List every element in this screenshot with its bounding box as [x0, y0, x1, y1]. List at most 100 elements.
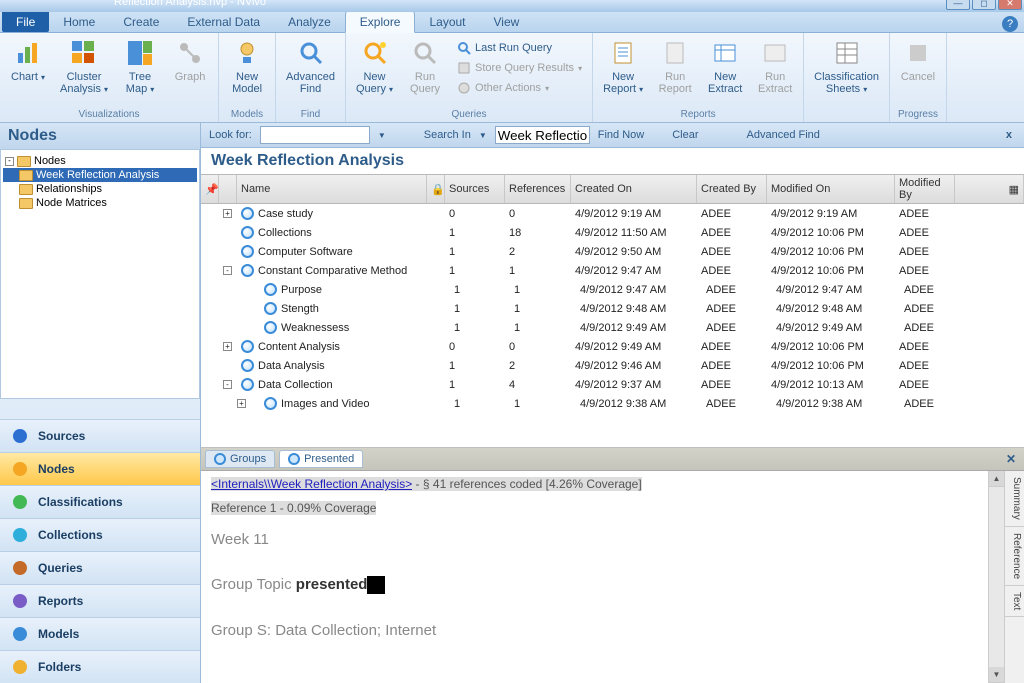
coverage-summary: - § 41 references coded [4.26% Coverage] [412, 477, 641, 491]
newquery-icon [359, 37, 391, 69]
nav-queries[interactable]: Queries [0, 551, 200, 584]
expand-icon[interactable]: - [223, 380, 232, 389]
runquery-icon [409, 37, 441, 69]
table-row[interactable]: Stength114/9/2012 9:48 AMADEE4/9/2012 9:… [201, 299, 1024, 318]
tree-item[interactable]: -Nodes [3, 154, 197, 168]
node-icon [241, 264, 254, 277]
table-row[interactable]: Data Analysis124/9/2012 9:46 AMADEE4/9/2… [201, 356, 1024, 375]
detail-close-icon[interactable]: ✕ [1002, 452, 1020, 466]
classsheets-icon [831, 37, 863, 69]
newmodel-button[interactable]: NewModel [225, 35, 269, 97]
detail-tab-presented[interactable]: Presented [279, 450, 363, 468]
col-options-icon[interactable]: ▦ [955, 175, 1024, 203]
col-createdby[interactable]: Created By [697, 175, 767, 203]
nav-reports[interactable]: Reports [0, 584, 200, 617]
table-row[interactable]: +Images and Video114/9/2012 9:38 AMADEE4… [201, 394, 1024, 413]
nav-models[interactable]: Models [0, 617, 200, 650]
searchin-label: Search In [424, 129, 471, 141]
node-icon [241, 359, 254, 372]
pin-icon[interactable]: 📌 [201, 175, 219, 203]
table-row[interactable]: +Case study004/9/2012 9:19 AMADEE4/9/201… [201, 204, 1024, 223]
advfind-button[interactable]: AdvancedFind [282, 35, 339, 97]
tab-layout[interactable]: Layout [415, 12, 479, 32]
expand-icon[interactable]: + [223, 209, 232, 218]
cluster-button[interactable]: ClusterAnalysis ▾ [56, 35, 112, 97]
expand-icon[interactable]: + [223, 342, 232, 351]
lastrun-button[interactable]: Last Run Query [453, 39, 586, 57]
runreport-icon [659, 37, 691, 69]
col-name[interactable]: Name [237, 175, 427, 203]
tree-item[interactable]: Week Reflection Analysis [3, 168, 197, 182]
tab-analyze[interactable]: Analyze [274, 12, 345, 32]
advancedfind-link[interactable]: Advanced Find [747, 129, 820, 141]
close-button[interactable]: ✕ [998, 0, 1022, 10]
table-row[interactable]: Weaknessess114/9/2012 9:49 AMADEE4/9/201… [201, 318, 1024, 337]
minimize-button[interactable]: — [946, 0, 970, 10]
node-icon [241, 245, 254, 258]
node-icon [241, 207, 254, 220]
clear-link[interactable]: Clear [672, 129, 698, 141]
cancel-button: Cancel [896, 35, 940, 85]
newextract-button[interactable]: NewExtract [703, 35, 747, 97]
tab-external-data[interactable]: External Data [173, 12, 274, 32]
find-bar: Look for: ▼ Search In ▼ Find Now Clear A… [201, 123, 1024, 148]
topic-line: Group Topic presented [211, 576, 978, 594]
scrollbar[interactable]: ▲ ▼ [988, 471, 1004, 683]
tab-create[interactable]: Create [109, 12, 173, 32]
table-row[interactable]: -Data Collection144/9/2012 9:37 AMADEE4/… [201, 375, 1024, 394]
collections-icon [10, 525, 30, 545]
tab-home[interactable]: Home [49, 12, 109, 32]
table-row[interactable]: +Content Analysis004/9/2012 9:49 AMADEE4… [201, 337, 1024, 356]
tab-explore[interactable]: Explore [345, 11, 416, 33]
nav-nodes[interactable]: Nodes [0, 452, 200, 485]
detail-content[interactable]: <Internals\\Week Reflection Analysis> - … [201, 471, 988, 683]
tree-item[interactable]: Relationships [3, 182, 197, 196]
table-row[interactable]: Computer Software124/9/2012 9:50 AMADEE4… [201, 242, 1024, 261]
detail-tab-groups[interactable]: Groups [205, 450, 275, 468]
sidetab-reference[interactable]: Reference [1005, 527, 1024, 586]
models-icon [10, 624, 30, 644]
grid-body[interactable]: +Case study004/9/2012 9:19 AMADEE4/9/201… [201, 204, 1024, 448]
classifications-icon [10, 492, 30, 512]
newreport-button[interactable]: NewReport ▾ [599, 35, 647, 97]
table-row[interactable]: Purpose114/9/2012 9:47 AMADEE4/9/2012 9:… [201, 280, 1024, 299]
advfind-icon [295, 37, 327, 69]
file-tab[interactable]: File [2, 12, 49, 32]
chart-button[interactable]: Chart ▾ [6, 35, 50, 85]
treemap-button[interactable]: TreeMap ▾ [118, 35, 162, 97]
internal-link[interactable]: <Internals\\Week Reflection Analysis> [211, 477, 412, 491]
maximize-button[interactable]: ◻ [972, 0, 996, 10]
nav-classifications[interactable]: Classifications [0, 485, 200, 518]
findnow-link[interactable]: Find Now [598, 129, 644, 141]
nav-folders[interactable]: Folders [0, 650, 200, 683]
nav-sources[interactable]: Sources [0, 419, 200, 452]
col-refs[interactable]: References [505, 175, 571, 203]
searchin-scope[interactable] [495, 126, 590, 144]
content-title: Week Reflection Analysis [201, 148, 1024, 174]
table-row[interactable]: -Constant Comparative Method114/9/2012 9… [201, 261, 1024, 280]
col-sources[interactable]: Sources [445, 175, 505, 203]
help-icon[interactable]: ? [1002, 16, 1018, 32]
sidetab-text[interactable]: Text [1005, 586, 1024, 617]
classsheets-button[interactable]: ClassificationSheets ▾ [810, 35, 883, 97]
tree-item[interactable]: Node Matrices [3, 196, 197, 210]
col-modifiedby[interactable]: Modified By [895, 175, 955, 203]
tab-view[interactable]: View [480, 12, 534, 32]
newquery-button[interactable]: NewQuery ▾ [352, 35, 397, 97]
col-created[interactable]: Created On [571, 175, 697, 203]
expand-icon[interactable]: - [223, 266, 232, 275]
right-panel: Look for: ▼ Search In ▼ Find Now Clear A… [201, 123, 1024, 683]
panel-title: Nodes [0, 123, 200, 149]
sidetab-summary[interactable]: Summary [1005, 471, 1024, 527]
col-icon: 🔒 [427, 175, 445, 203]
otheract-button: Other Actions ▾ [453, 79, 586, 97]
findbar-close-icon[interactable]: x [1002, 129, 1016, 141]
node-icon [241, 226, 254, 239]
node-icon [241, 340, 254, 353]
lookfor-input[interactable] [260, 126, 370, 144]
node-tree[interactable]: -NodesWeek Reflection AnalysisRelationsh… [0, 149, 200, 399]
col-modified[interactable]: Modified On [767, 175, 895, 203]
lookfor-label: Look for: [209, 129, 252, 141]
nav-collections[interactable]: Collections [0, 518, 200, 551]
table-row[interactable]: Collections1184/9/2012 11:50 AMADEE4/9/2… [201, 223, 1024, 242]
